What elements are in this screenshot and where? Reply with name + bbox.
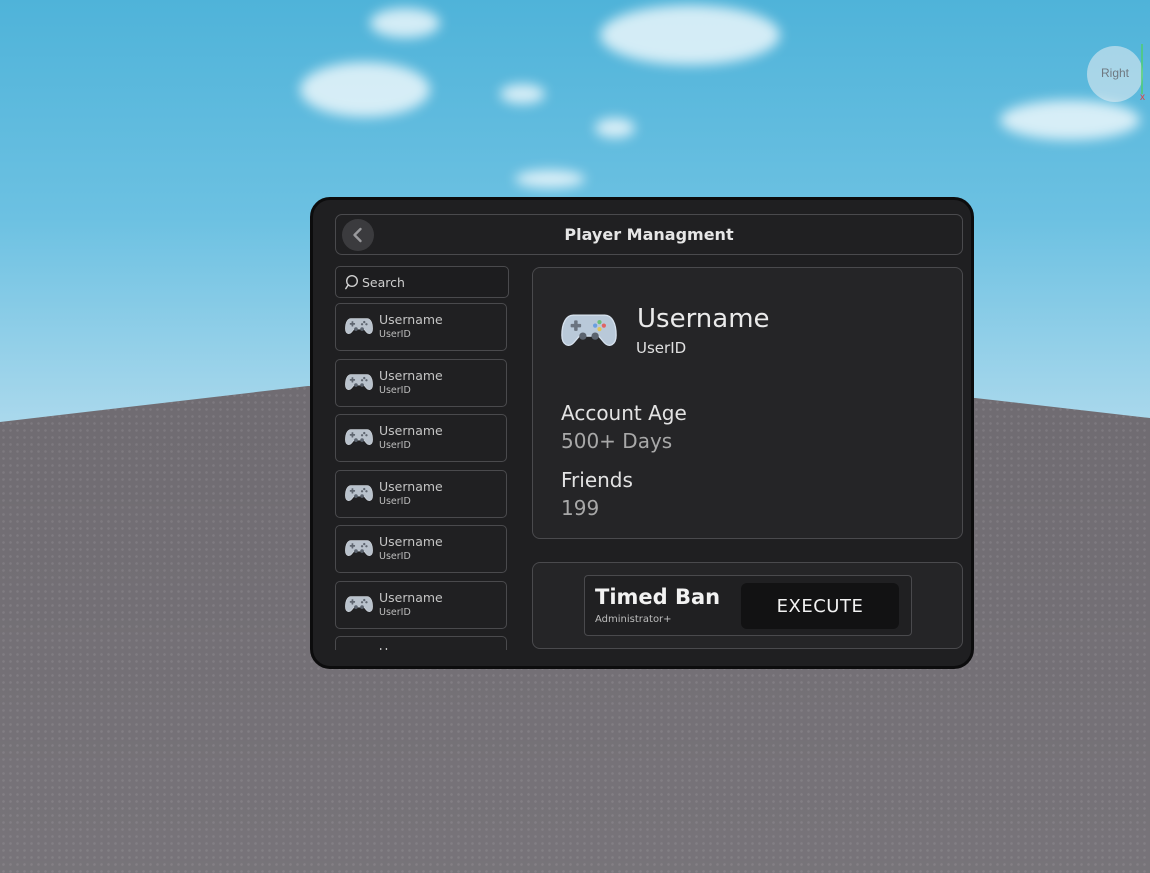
cloud [515,170,585,188]
account-age-label: Account Age [561,401,687,425]
gamepad-icon [345,373,373,390]
selected-userid: UserID [636,339,687,357]
cloud [500,84,545,104]
cloud [595,118,635,138]
search-icon [345,274,359,290]
gamepad-icon [345,595,373,612]
player-list-item[interactable]: Username UserID [335,525,507,573]
account-age-value: 500+ Days [561,429,673,453]
player-username: Username [379,312,443,327]
player-username: Username [379,367,443,383]
player-username: Username [379,645,443,650]
view-cube-label: Right [1100,66,1129,80]
player-list-item[interactable]: UsernameUserID [335,358,507,407]
player-list[interactable]: Username UserID Username UserID Username User… [335,303,509,650]
player-username: Username [379,589,443,605]
gamepad-icon [345,484,373,501]
selected-username: Username [637,304,770,334]
player-list-item[interactable]: UsernameUserID [335,580,507,629]
player-management-panel: Player Managment UsernameUserIDUsernameU… [310,197,974,669]
axis-y-line [1141,44,1143,94]
search-box[interactable] [335,266,509,298]
gamepad-icon [345,540,373,556]
player-list-item[interactable]: Username UserID [335,414,507,462]
search-input[interactable] [362,267,502,297]
player-username: Username [379,423,443,438]
cloud [300,62,430,117]
player-userid: UserID [379,551,411,562]
player-profile-card: Username UserID Account Age 500+ Days Fr… [532,267,963,539]
player-userid: UserID [379,495,411,507]
player-userid: UserID [379,329,411,340]
cloud [370,8,440,38]
action-area: Timed Ban Administrator+ EXECUTE [532,562,963,649]
cloud [600,5,780,65]
view-cube[interactable]: Right [1087,46,1143,102]
player-list-item[interactable]: UsernameUserID [335,469,507,518]
gamepad-icon [561,314,617,346]
title-bar: Player Managment [335,214,963,255]
player-userid: UserID [379,384,411,396]
execute-button[interactable]: EXECUTE [741,583,899,629]
action-title: Timed Ban [595,585,721,609]
player-username: Username [379,478,443,494]
gamepad-icon [345,649,373,650]
action-permission: Administrator+ [595,614,672,625]
player-username: Username [379,534,443,549]
player-list-item[interactable]: Username UserID [335,303,507,351]
friends-value: 199 [561,496,600,520]
timed-ban-action: Timed Ban Administrator+ EXECUTE [584,575,912,636]
cloud [1000,100,1140,140]
friends-label: Friends [561,468,633,492]
axis-x-label: x [1140,92,1145,103]
gamepad-icon [345,318,373,334]
panel-title: Player Managment [564,225,734,244]
gamepad-icon [345,429,373,445]
player-list-item[interactable]: UsernameUserID [335,636,507,650]
player-userid: UserID [379,606,411,618]
player-userid: UserID [379,440,411,451]
